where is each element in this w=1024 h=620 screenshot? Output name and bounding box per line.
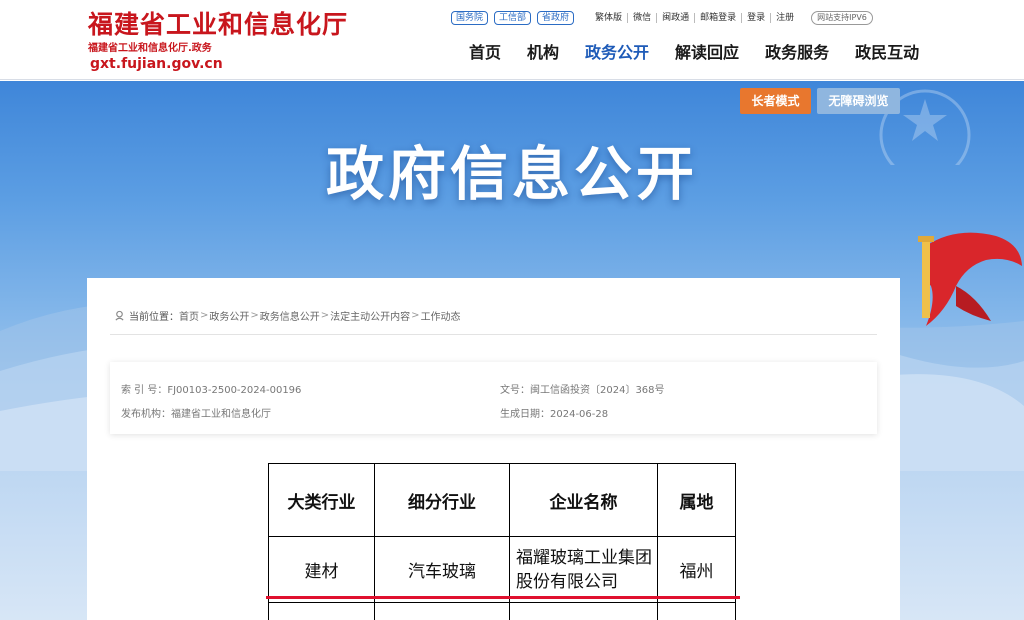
breadcrumb-label: 当前位置：: [129, 312, 179, 323]
site-logo[interactable]: 福建省工业和信息化厅 福建省工业和信息化厅.政务 gxt.fujian.gov.…: [88, 10, 348, 73]
breadcrumb-separator: >: [250, 310, 259, 321]
cell-subcategory: 汽车玻璃: [374, 536, 510, 603]
cell-empty: [657, 602, 736, 620]
logo-subtitle: 福建省工业和信息化厅.政务: [88, 43, 212, 54]
col-header-company: 企业名称: [509, 463, 658, 537]
breadcrumb-statutory[interactable]: 法定主动公开内容: [330, 308, 410, 323]
table-row: 建材 汽车玻璃 福耀玻璃工业集团股份有限公司 福州: [268, 536, 736, 603]
cell-empty: [268, 602, 375, 620]
link-register[interactable]: 注册: [771, 13, 799, 23]
link-login[interactable]: 登录: [742, 13, 772, 23]
nav-agency[interactable]: 机构: [527, 42, 559, 64]
link-gongxinbu[interactable]: 工信部: [494, 11, 532, 25]
breadcrumb-separator: >: [320, 310, 330, 321]
breadcrumb-home[interactable]: 首页: [179, 308, 199, 323]
link-guowuyuan[interactable]: 国务院: [451, 11, 489, 25]
meta-publisher: 发布机构：福建省工业和信息化厅: [121, 409, 271, 420]
cell-region: 福州: [657, 536, 736, 603]
content-card: 当前位置： 首页 > 政务公开 > 政务信息公开 > 法定主动公开内容 > 工作…: [87, 278, 900, 620]
link-shengzhengfu[interactable]: 省政府: [537, 11, 575, 25]
breadcrumb-work-news[interactable]: 工作动态: [421, 308, 461, 323]
cell-empty: [509, 602, 658, 620]
nav-gov-affairs[interactable]: 政务公开: [585, 42, 649, 64]
cell-empty: [374, 602, 510, 620]
table-header-row: 大类行业 细分行业 企业名称 属地: [268, 463, 736, 537]
table-row: [268, 602, 736, 620]
red-ribbon-decoration: [918, 232, 1022, 326]
location-icon: [115, 310, 124, 321]
nav-interpretation[interactable]: 解读回应: [675, 42, 739, 64]
nav-interaction[interactable]: 政民互动: [855, 42, 919, 64]
document-meta-box: 索 引 号：FJ00103-2500-2024-00196 文号：闽工信函投资〔…: [110, 362, 877, 434]
meta-doc-no: 文号：闽工信函投资〔2024〕368号: [500, 385, 665, 396]
ipv6-badge: 网站支持IPV6: [811, 11, 873, 25]
link-traditional[interactable]: 繁体版: [590, 13, 629, 23]
link-wechat[interactable]: 微信: [628, 13, 658, 23]
top-links-bar: 国务院 工信部 省政府 繁体版 微信 闽政通 邮箱登录 登录 注册 网站支持IP…: [451, 10, 873, 26]
breadcrumb-gov-affairs[interactable]: 政务公开: [209, 308, 249, 323]
banner-title: 政府信息公开: [325, 140, 698, 208]
logo-domain: gxt.fujian.gov.cn: [90, 56, 223, 72]
col-header-category: 大类行业: [268, 463, 375, 537]
cell-category: 建材: [268, 536, 375, 603]
logo-title: 福建省工业和信息化厅: [88, 10, 349, 39]
site-header: 福建省工业和信息化厅 福建省工业和信息化厅.政务 gxt.fujian.gov.…: [0, 0, 1024, 80]
highlight-underline: [266, 596, 740, 599]
meta-date: 生成日期：2024-06-28: [500, 409, 609, 420]
link-mail-login[interactable]: 邮箱登录: [695, 13, 743, 23]
breadcrumb-gov-info[interactable]: 政务信息公开: [260, 308, 320, 323]
elder-mode-button[interactable]: 长者模式: [740, 88, 811, 114]
accessible-browse-button[interactable]: 无障碍浏览: [817, 88, 900, 114]
breadcrumb-divider: [110, 334, 877, 335]
breadcrumb-separator: >: [411, 310, 420, 321]
breadcrumb: 当前位置： 首页 > 政务公开 > 政务信息公开 > 法定主动公开内容 > 工作…: [114, 308, 461, 323]
meta-index-no: 索 引 号：FJ00103-2500-2024-00196: [121, 385, 302, 396]
cell-company: 福耀玻璃工业集团股份有限公司: [509, 536, 658, 603]
nav-home[interactable]: 首页: [469, 42, 501, 64]
link-minzhengtong[interactable]: 闽政通: [657, 13, 696, 23]
main-nav: 首页 机构 政务公开 解读回应 政务服务 政民互动: [469, 42, 919, 64]
col-header-region: 属地: [657, 463, 736, 537]
col-header-subcategory: 细分行业: [374, 463, 510, 537]
breadcrumb-separator: >: [200, 310, 209, 321]
nav-services[interactable]: 政务服务: [765, 42, 829, 64]
